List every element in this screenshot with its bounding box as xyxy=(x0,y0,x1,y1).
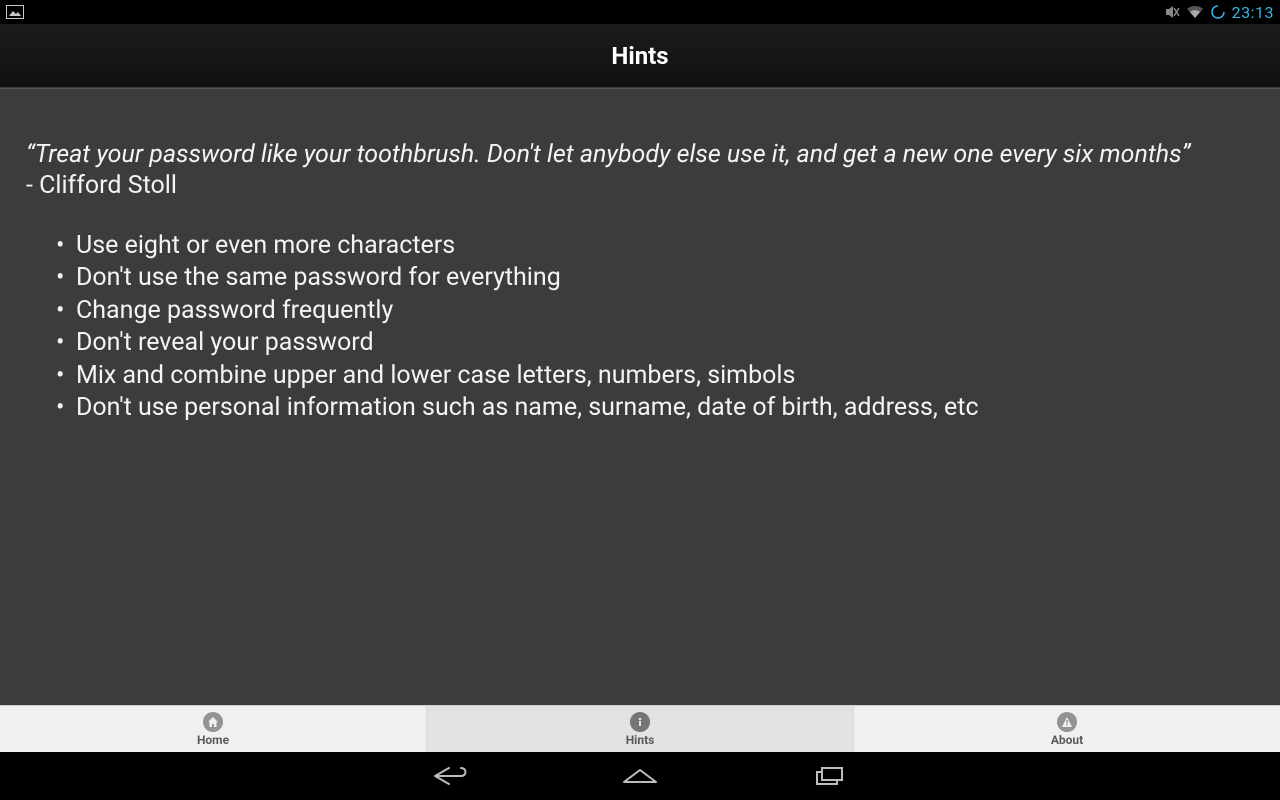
tab-home-label: Home xyxy=(197,733,229,747)
status-clock: 23:13 xyxy=(1232,3,1274,22)
home-button[interactable] xyxy=(610,760,670,792)
home-icon xyxy=(203,712,223,732)
quote-block: “Treat your password like your toothbrus… xyxy=(26,139,1254,202)
tab-about-label: About xyxy=(1051,733,1083,747)
list-item: Don't use personal information such as n… xyxy=(56,392,1254,425)
list-item: Use eight or even more characters xyxy=(56,230,1254,263)
hints-list: Use eight or even more characters Don't … xyxy=(26,230,1254,425)
tab-hints-label: Hints xyxy=(626,733,655,747)
tab-about[interactable]: About xyxy=(854,706,1280,752)
app-bar: Hints xyxy=(0,24,1280,88)
status-bar: 23:13 xyxy=(0,0,1280,24)
quote-text: “Treat your password like your toothbrus… xyxy=(26,140,1190,169)
page-title: Hints xyxy=(611,42,668,70)
wifi-icon xyxy=(1186,5,1204,19)
back-button[interactable] xyxy=(420,760,480,792)
alert-icon xyxy=(1057,712,1077,732)
list-item: Mix and combine upper and lower case let… xyxy=(56,360,1254,393)
tab-hints[interactable]: Hints xyxy=(427,706,854,752)
list-item: Don't reveal your password xyxy=(56,327,1254,360)
loading-icon xyxy=(1210,4,1226,20)
list-item: Don't use the same password for everythi… xyxy=(56,262,1254,295)
quote-author: - Clifford Stoll xyxy=(26,171,177,200)
list-item: Change password frequently xyxy=(56,295,1254,328)
gallery-icon xyxy=(6,5,24,19)
tab-bar: Home Hints About xyxy=(0,705,1280,752)
tab-home[interactable]: Home xyxy=(0,706,427,752)
info-icon xyxy=(630,712,650,732)
content-area: “Treat your password like your toothbrus… xyxy=(0,88,1280,705)
system-nav-bar xyxy=(0,752,1280,800)
recent-apps-button[interactable] xyxy=(800,760,860,792)
mute-icon xyxy=(1164,4,1180,20)
